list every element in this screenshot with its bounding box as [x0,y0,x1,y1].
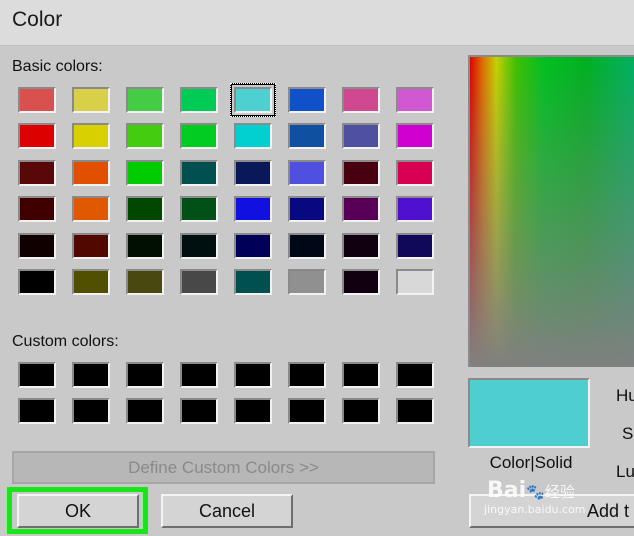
paw-icon: 🐾 [526,483,545,501]
watermark-brand: Bai [487,478,527,503]
basic-color-swatch[interactable] [72,196,110,223]
color-preview-swatch [468,378,590,448]
custom-color-swatch[interactable] [288,362,326,388]
basic-color-swatch[interactable] [126,232,164,259]
basic-color-swatch[interactable] [72,87,110,113]
custom-color-swatch[interactable] [72,362,110,388]
basic-color-swatch[interactable] [18,196,56,223]
color-solid-label: Color|Solid [489,453,573,472]
custom-color-swatch[interactable] [126,398,164,424]
basic-color-swatch[interactable] [288,87,326,113]
basic-color-swatch[interactable] [396,196,434,223]
watermark-cn: 经验 [544,483,575,501]
basic-color-swatch[interactable] [396,87,434,113]
basic-color-swatch[interactable] [18,232,56,259]
sat-label: S [622,424,634,443]
basic-color-swatch[interactable] [18,159,56,186]
basic-color-swatch[interactable] [180,196,218,223]
custom-colors-label: Custom colors: [12,333,119,350]
basic-color-swatch[interactable] [72,123,110,150]
basic-color-swatch[interactable] [18,269,56,295]
basic-color-swatch[interactable] [180,232,218,259]
custom-color-swatch[interactable] [18,398,56,424]
basic-color-swatch[interactable] [288,269,326,295]
basic-color-swatch[interactable] [342,123,380,150]
title-bar: Color [0,0,634,46]
lum-label: Lu [616,462,634,481]
custom-color-swatch[interactable] [396,362,434,388]
basic-color-swatch[interactable] [396,269,434,295]
basic-color-swatch[interactable] [72,159,110,186]
custom-color-swatch[interactable] [234,362,272,388]
basic-color-swatch[interactable] [126,269,164,295]
basic-color-swatch[interactable] [126,123,164,150]
basic-color-swatch[interactable] [126,87,164,113]
basic-color-swatch[interactable] [234,269,272,295]
custom-color-swatch[interactable] [180,362,218,388]
custom-color-swatch[interactable] [288,398,326,424]
custom-color-swatch[interactable] [18,362,56,388]
ok-button[interactable]: OK [17,494,139,528]
hue-label: Hu [616,386,634,405]
watermark: Bai🐾经验 jingyan.baidu.com [484,478,586,516]
color-spectrum[interactable] [468,55,634,367]
basic-color-swatch[interactable] [18,87,56,113]
basic-color-swatch[interactable] [288,159,326,186]
basic-color-swatch[interactable] [342,87,380,113]
basic-color-swatch[interactable] [18,123,56,150]
basic-color-swatch[interactable] [396,232,434,259]
basic-color-swatch[interactable] [342,196,380,223]
cancel-button[interactable]: Cancel [161,494,293,528]
custom-color-swatch[interactable] [342,362,380,388]
basic-color-swatch[interactable] [180,269,218,295]
basic-color-swatch[interactable] [72,269,110,295]
basic-color-swatch[interactable] [126,196,164,223]
basic-color-swatch[interactable] [234,232,272,259]
custom-color-swatch[interactable] [396,398,434,424]
basic-color-swatch[interactable] [72,232,110,259]
define-custom-colors-button[interactable]: Define Custom Colors >> [12,451,435,484]
basic-color-swatch[interactable] [396,159,434,186]
basic-color-swatch-selected[interactable] [230,83,276,117]
basic-color-swatch[interactable] [180,87,218,113]
basic-colors-label: Basic colors: [12,58,103,75]
window-title: Color [12,8,63,31]
basic-color-swatch[interactable] [126,159,164,186]
custom-color-swatch[interactable] [180,398,218,424]
basic-color-swatch[interactable] [342,269,380,295]
basic-color-swatch[interactable] [234,159,272,186]
basic-color-swatch[interactable] [180,159,218,186]
basic-color-swatch[interactable] [342,232,380,259]
basic-color-swatch[interactable] [234,196,272,223]
custom-color-swatch[interactable] [342,398,380,424]
custom-color-swatch[interactable] [126,362,164,388]
basic-color-swatch[interactable] [342,159,380,186]
watermark-url: jingyan.baidu.com [484,503,586,516]
basic-color-swatch[interactable] [234,123,272,150]
basic-color-swatch[interactable] [288,196,326,223]
custom-color-swatch[interactable] [72,398,110,424]
basic-color-swatch[interactable] [288,232,326,259]
basic-color-swatch[interactable] [180,123,218,150]
basic-color-swatch[interactable] [396,123,434,150]
basic-color-swatch[interactable] [288,123,326,150]
custom-color-swatch[interactable] [234,398,272,424]
